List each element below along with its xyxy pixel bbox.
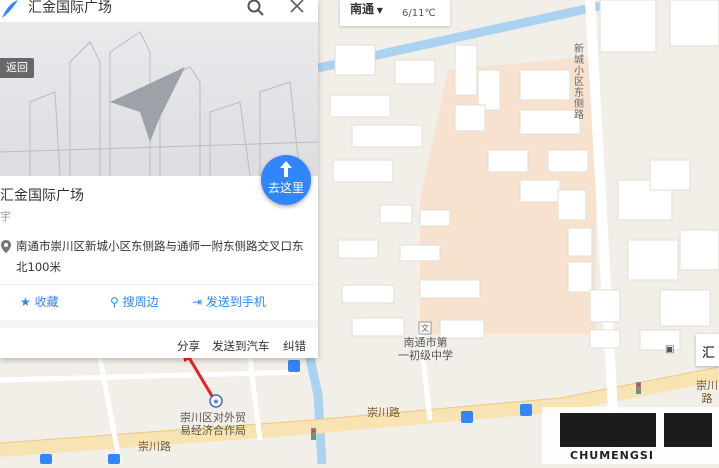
place-detail-panel: 汇金国际广场 返回 去这里 汇金国际广场 宇 南通市崇川区新城小区东侧路与通师一… xyxy=(0,0,318,358)
building-sketch-image xyxy=(0,31,318,176)
divider xyxy=(0,320,318,328)
svg-text:★: ★ xyxy=(212,397,219,406)
phone-send-icon: ⇥ xyxy=(192,295,203,309)
share-link[interactable]: 分享 xyxy=(177,338,200,354)
weather-reading: 6/11℃ xyxy=(402,8,436,19)
side-road-label: 新城小区东侧路 xyxy=(574,44,584,121)
poi-label-school[interactable]: 南通市第 一初级中学 xyxy=(398,336,453,362)
place-category: 宇 xyxy=(0,210,11,223)
report-error-link[interactable]: 纠错 xyxy=(283,338,306,354)
map-overlay-card[interactable]: 汇 xyxy=(696,334,719,366)
location-pin-icon: ⚲ xyxy=(110,295,119,309)
search-icon[interactable] xyxy=(247,0,265,16)
send-to-phone-button[interactable]: ⇥ 发送到手机 xyxy=(192,293,266,310)
road-label: 崇川路 xyxy=(138,440,171,453)
favorite-button[interactable]: ★ 收藏 xyxy=(20,293,59,310)
place-address: 南通市崇川区新城小区东侧路与通师一附东侧路交叉口东 北100米 xyxy=(16,239,304,274)
search-input[interactable]: 汇金国际广场 xyxy=(28,0,112,16)
map-toggle-icon[interactable]: ▣ xyxy=(665,344,674,355)
svg-text:文: 文 xyxy=(421,323,429,333)
search-bar[interactable]: 汇金国际广场 xyxy=(0,0,318,23)
route-arrow-icon xyxy=(280,161,292,177)
map-logo-icon xyxy=(2,0,18,18)
go-here-button[interactable]: 去这里 xyxy=(261,155,311,205)
star-icon: ★ xyxy=(20,295,31,309)
road-label: 崇川路 xyxy=(367,406,400,419)
city-weather-widget[interactable]: 南通 ▼ 6/11℃ xyxy=(340,0,450,26)
send-to-car-link[interactable]: 发送到汽车 xyxy=(212,338,270,354)
city-selector[interactable]: 南通 ▼ xyxy=(350,0,383,17)
location-pin-icon xyxy=(1,240,11,253)
search-nearby-button[interactable]: ⚲ 搜周边 xyxy=(110,293,159,310)
back-button[interactable]: 返回 xyxy=(0,58,34,78)
footer-links: 分享 发送到汽车 纠错 xyxy=(0,336,318,356)
action-bar: ★ 收藏 ⚲ 搜周边 ⇥ 发送到手机 xyxy=(0,284,318,319)
close-icon[interactable] xyxy=(289,0,305,14)
poi-label-trade-bureau[interactable]: 崇川区对外贸 易经济合作局 xyxy=(180,411,246,437)
place-photo[interactable]: 返回 xyxy=(0,22,318,176)
place-title: 汇金国际广场 xyxy=(0,188,84,204)
road-label: 崇川路 xyxy=(696,379,718,405)
watermark-logo: CHUMENGSI xyxy=(542,407,719,464)
